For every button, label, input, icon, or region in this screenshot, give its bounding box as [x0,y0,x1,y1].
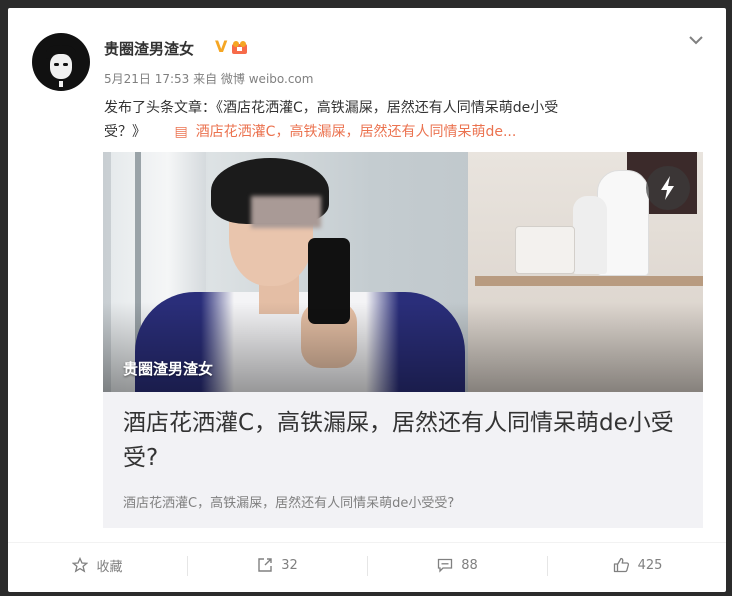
article-card[interactable]: 贵圈渣男渣女 酒店花洒灌C，高铁漏屎，居然还有人同情呆萌de小受受? 酒店花洒灌… [103,152,703,528]
star-icon [72,557,89,573]
like-icon [613,557,629,573]
comment-icon [438,558,453,573]
like-button[interactable]: 425 [548,543,726,587]
favorite-label: 收藏 [96,559,123,575]
article-link[interactable]: ▤ 酒店花洒灌C，高铁漏屎，居然还有人同情呆萌de... [174,124,516,140]
post-meta: 5月21日 17:53 来自 微博 weibo.com [104,72,314,86]
article-description: 酒店花洒灌C，高铁漏屎，居然还有人同情呆萌de小受受? [123,496,455,511]
photo-caption: 贵圈渣男渣女 [123,360,214,378]
chevron-down-icon[interactable] [688,32,704,48]
repost-count: 32 [281,557,298,573]
post-text-line1: 发布了头条文章：《酒店花洒灌C，高铁漏屎，居然还有人同情呆萌de小受 [104,100,559,116]
member-icon[interactable] [231,40,248,55]
v-verified-icon: V [215,37,228,56]
favorite-button[interactable]: 收藏 [8,543,187,587]
comment-button[interactable]: 88 [368,543,547,587]
user-avatar[interactable] [32,33,90,91]
post-text-line2: 受？》 [104,124,146,140]
repost-icon [258,558,272,572]
comment-count: 88 [461,557,478,573]
article-cover-photo: 贵圈渣男渣女 [103,152,703,392]
flash-icon[interactable] [646,166,690,210]
post-text: 发布了头条文章：《酒店花洒灌C，高铁漏屎，居然还有人同情呆萌de小受 受？》 ▤… [104,96,684,144]
repost-button[interactable]: 32 [188,543,367,587]
like-count: 425 [637,557,663,573]
article-title[interactable]: 酒店花洒灌C，高铁漏屎，居然还有人同情呆萌de小受受? [123,406,688,476]
weibo-card: 贵圈渣男渣女 V 5月21日 17:53 来自 微博 weibo.com 发布了… [8,8,726,592]
username[interactable]: 贵圈渣男渣女 [104,38,194,59]
article-link-text: 酒店花洒灌C，高铁漏屎，居然还有人同情呆萌de... [195,124,517,140]
article-doc-icon: ▤ [174,124,188,140]
